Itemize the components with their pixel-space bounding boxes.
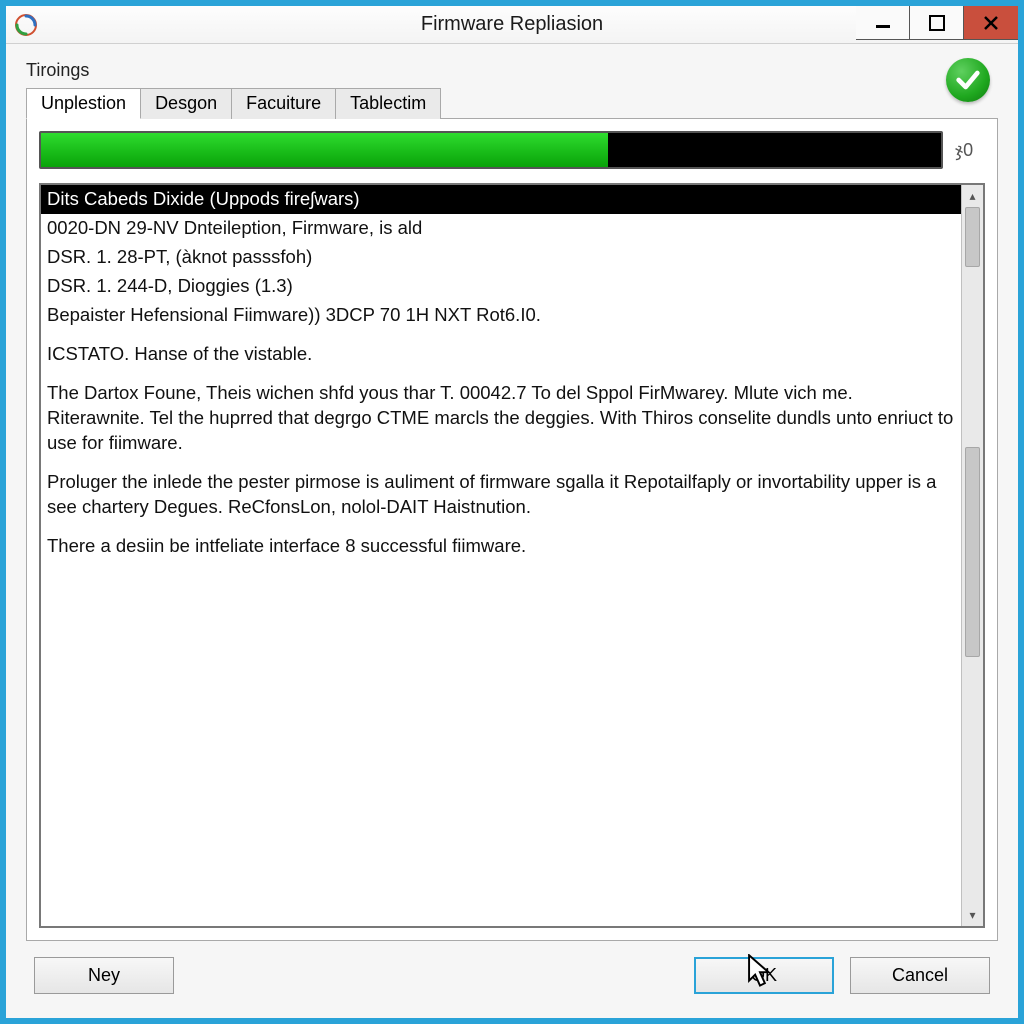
log-section: Proluger the inlede the pester pirmose i… bbox=[47, 470, 955, 520]
log-section: ICSTATO. Hanse of the vistable. bbox=[47, 342, 955, 367]
spacer bbox=[190, 957, 678, 994]
scroll-up-icon[interactable]: ▴ bbox=[962, 185, 983, 207]
app-icon bbox=[14, 13, 38, 37]
tab-desgon[interactable]: Desgon bbox=[140, 88, 232, 119]
window-controls bbox=[856, 6, 1018, 43]
ney-button[interactable]: Ney bbox=[34, 957, 174, 994]
log-section: The Dartox Foune, Theis wichen shfd yous… bbox=[47, 381, 955, 456]
log-line: Bepaister Hefensional Fiimware)) 3DCP 70… bbox=[47, 303, 955, 328]
log-line: 0020-DN 29-NV Dnteileption, Firmware, is… bbox=[47, 216, 955, 241]
log-header: Dits Cabeds Dixide (Uppods fireʃwars) bbox=[41, 185, 961, 214]
tab-unplestion[interactable]: Unplestion bbox=[26, 88, 141, 119]
log-body: 0020-DN 29-NV Dnteileption, Firmware, is… bbox=[41, 214, 961, 571]
tab-tablectim[interactable]: Tablectim bbox=[335, 88, 441, 119]
scrollbar[interactable]: ▴ ▾ bbox=[961, 185, 983, 926]
progress-label: ჯ0 bbox=[955, 140, 985, 161]
ok-button[interactable]: OK bbox=[694, 957, 834, 994]
cancel-button[interactable]: Cancel bbox=[850, 957, 990, 994]
tab-facuiture[interactable]: Facuiture bbox=[231, 88, 336, 119]
progress-row: ჯ0 bbox=[39, 131, 985, 169]
tabstrip: Unplestion Desgon Facuiture Tablectim bbox=[26, 87, 998, 119]
section-label: Tiroings bbox=[26, 60, 998, 81]
log-panel: Dits Cabeds Dixide (Uppods fireʃwars) 00… bbox=[39, 183, 985, 928]
scroll-down-icon[interactable]: ▾ bbox=[962, 904, 983, 926]
titlebar: Firmware Repliasion bbox=[6, 6, 1018, 44]
log-content: Dits Cabeds Dixide (Uppods fireʃwars) 00… bbox=[41, 185, 961, 926]
app-window: Firmware Repliasion Tiroings Unplestion … bbox=[0, 0, 1024, 1024]
button-row: Ney OK Cancel bbox=[26, 941, 998, 998]
log-line: DSR. 1. 28-PT, (àknot passsfoh) bbox=[47, 245, 955, 270]
client-area: Tiroings Unplestion Desgon Facuiture Tab… bbox=[6, 44, 1018, 1018]
maximize-button[interactable] bbox=[910, 6, 964, 40]
scroll-thumb[interactable] bbox=[965, 447, 980, 657]
status-check-icon bbox=[946, 58, 990, 102]
tab-body: ჯ0 Dits Cabeds Dixide (Uppods fireʃwars)… bbox=[26, 119, 998, 941]
minimize-button[interactable] bbox=[856, 6, 910, 40]
log-section: There a desiin be intfeliate interface 8… bbox=[47, 534, 955, 559]
log-line: DSR. 1. 244-D, Dioggies (1.3) bbox=[47, 274, 955, 299]
scroll-track[interactable] bbox=[962, 207, 983, 904]
progress-bar bbox=[39, 131, 943, 169]
progress-fill bbox=[41, 133, 608, 167]
close-button[interactable] bbox=[964, 6, 1018, 40]
scroll-thumb-top[interactable] bbox=[965, 207, 980, 267]
